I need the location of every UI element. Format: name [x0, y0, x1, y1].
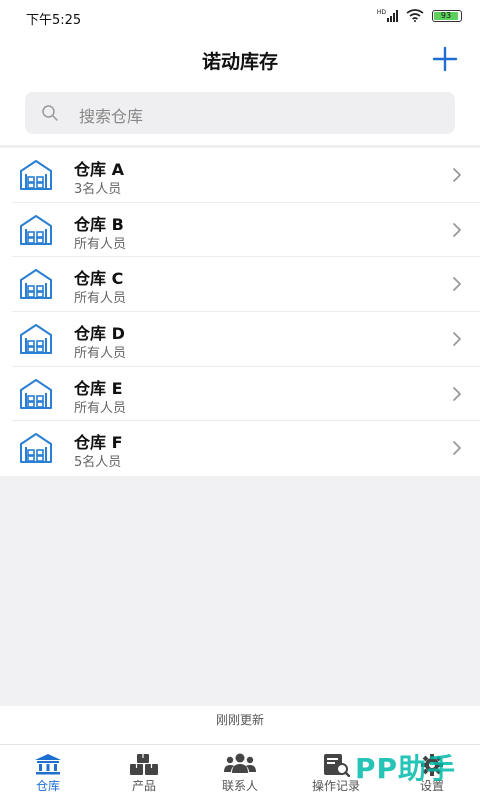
- tab-products[interactable]: 产品: [96, 745, 192, 800]
- tab-label: 联系人: [221, 779, 258, 793]
- warehouse-row[interactable]: 仓库 F 5名人员: [12, 421, 480, 476]
- warehouse-building-icon: [18, 376, 54, 412]
- contacts-icon: [224, 753, 256, 773]
- warehouse-members: 所有人员: [74, 400, 127, 416]
- log-search-icon: [324, 754, 350, 777]
- boxes-icon: [130, 754, 158, 775]
- warehouse-name: 仓库 D: [74, 324, 125, 344]
- battery-icon: 93: [432, 9, 462, 22]
- last-updated-text: 刚刚更新: [0, 706, 480, 744]
- status-time: 下午5:25: [26, 13, 82, 28]
- warehouse-row[interactable]: 仓库 C 所有人员: [12, 257, 480, 313]
- network-label: HD: [376, 8, 386, 16]
- chevron-right-icon: [452, 440, 462, 456]
- page-title: 诺动库存: [201, 51, 278, 73]
- warehouse-name: 仓库 C: [74, 269, 124, 289]
- wifi-icon: [406, 9, 424, 22]
- chevron-right-icon: [452, 386, 462, 402]
- warehouse-name: 仓库 B: [74, 214, 124, 234]
- status-bar: 下午5:25 HD 93: [0, 0, 480, 34]
- signal-icon: HD: [376, 8, 398, 22]
- warehouse-members: 所有人员: [74, 291, 127, 307]
- warehouse-members: 5名人员: [74, 455, 122, 471]
- search-placeholder: 搜索仓库: [79, 107, 144, 126]
- warehouse-building-icon: [18, 266, 54, 302]
- warehouse-row[interactable]: 仓库 B 所有人员: [12, 203, 480, 258]
- search-icon: [42, 105, 58, 121]
- warehouse-name: 仓库 A: [74, 160, 124, 179]
- search-section: 搜索仓库: [0, 84, 480, 145]
- warehouse-building-icon: [18, 212, 54, 248]
- chevron-right-icon: [452, 222, 462, 238]
- warehouse-list: 仓库 A 3名人员 仓库 B 所有人员 仓库 C 所有人员 仓库 D 所有人员 仓库 E 所有人员…: [0, 148, 480, 476]
- chevron-right-icon: [452, 331, 462, 347]
- warehouse-row[interactable]: 仓库 A 3名人员: [12, 148, 480, 203]
- warehouse-name: 仓库 F: [74, 433, 123, 453]
- warehouse-row[interactable]: 仓库 E 所有人员: [12, 367, 480, 422]
- warehouse-members: 所有人员: [74, 236, 127, 252]
- warehouse-members: 3名人员: [74, 182, 122, 197]
- add-warehouse-button[interactable]: [432, 46, 458, 72]
- tab-label: 产品: [131, 779, 156, 793]
- warehouse-row[interactable]: 仓库 D 所有人员: [12, 312, 480, 367]
- navigation-bar: 诺动库存: [0, 34, 480, 84]
- warehouse-icon: [35, 754, 61, 775]
- search-input[interactable]: 搜索仓库: [25, 92, 455, 134]
- status-icons: HD 93: [377, 9, 462, 22]
- battery-level: 93: [434, 11, 458, 20]
- watermark-text: PP助手: [355, 752, 457, 785]
- warehouse-building-icon: [18, 321, 54, 357]
- tab-contacts[interactable]: 联系人: [192, 745, 288, 800]
- tab-warehouse[interactable]: 仓库: [0, 745, 96, 800]
- warehouse-members: 所有人员: [74, 346, 127, 362]
- chevron-right-icon: [452, 167, 462, 183]
- warehouse-name: 仓库 E: [74, 378, 123, 398]
- chevron-right-icon: [452, 276, 462, 292]
- warehouse-building-icon: [18, 157, 54, 193]
- tab-label: 仓库: [35, 779, 60, 793]
- warehouse-building-icon: [18, 430, 54, 466]
